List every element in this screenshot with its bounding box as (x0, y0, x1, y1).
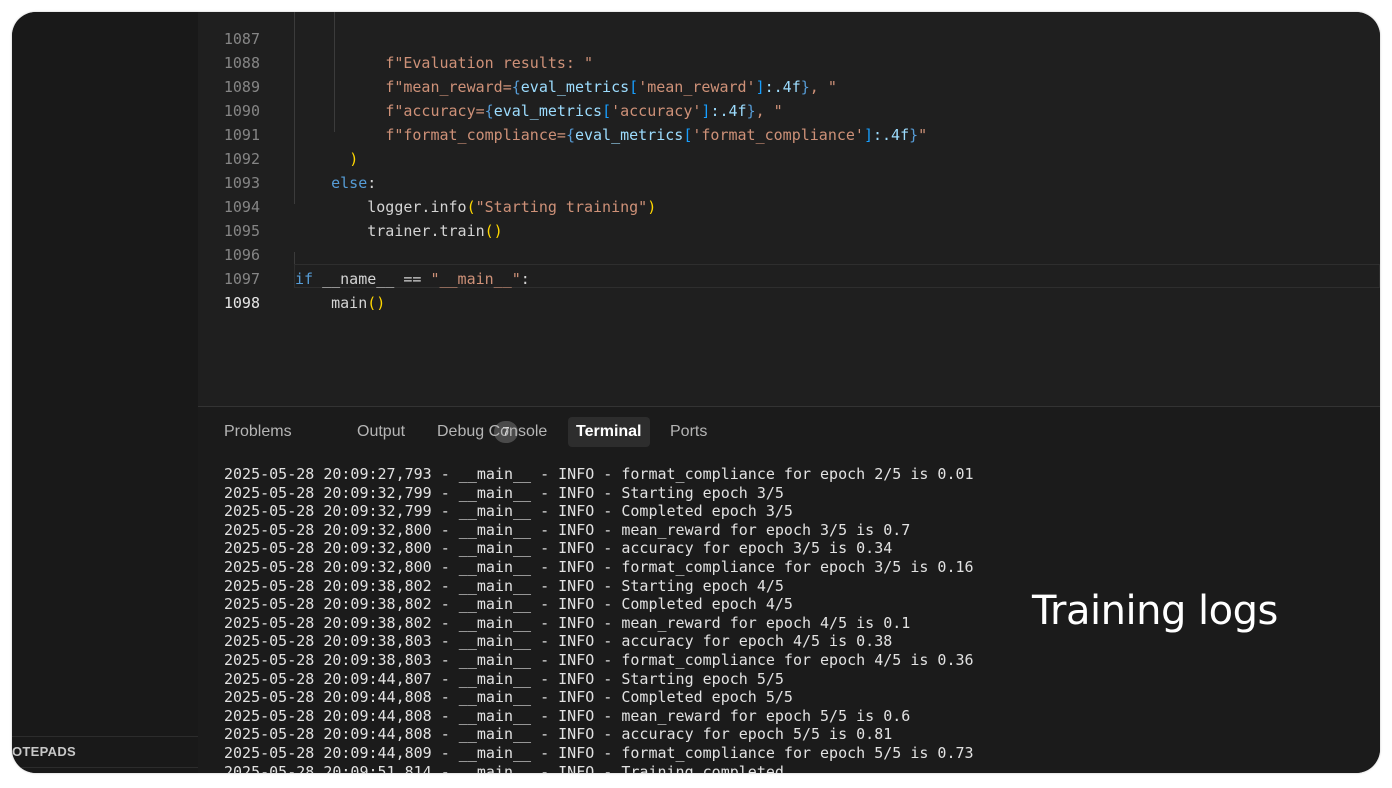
code-text: f"mean_reward={eval_metrics['mean_reward… (385, 78, 837, 96)
code-line: 1093 logger.info("Starting training") (198, 147, 656, 216)
sidebar-section-label: OTEPADS (12, 744, 76, 759)
code-text: logger.info("Starting training") (367, 198, 657, 216)
code-text: main() (331, 294, 386, 312)
terminal-line: 2025-05-28 20:09:51,814 - __main__ - INF… (224, 762, 784, 774)
terminal-line: 2025-05-28 20:09:32,800 - __main__ - INF… (224, 539, 893, 558)
code-line: 1088 f"mean_reward={eval_metrics['mean_r… (198, 27, 837, 96)
code-line: 1094 trainer.train() (198, 171, 503, 240)
code-line: 1096 if __name__ == "__main__": (198, 219, 530, 288)
code-line: 1097 main() (198, 243, 385, 312)
terminal-line: 2025-05-28 20:09:38,803 - __main__ - INF… (224, 650, 974, 669)
terminal-line: 2025-05-28 20:09:27,793 - __main__ - INF… (224, 465, 974, 483)
tab-problems[interactable]: Problems (216, 417, 300, 447)
code-text: f"Evaluation results: " (385, 54, 594, 72)
tab-terminal[interactable]: Terminal (568, 417, 650, 447)
code-line: 1092 else: (198, 123, 376, 192)
terminal-line: 2025-05-28 20:09:44,808 - __main__ - INF… (224, 706, 911, 725)
terminal-line: 2025-05-28 20:09:38,803 - __main__ - INF… (224, 632, 893, 651)
line-number-current: 1098 (223, 294, 260, 312)
code-text: else: (331, 174, 377, 192)
sidebar: OTEPADS (12, 12, 198, 773)
terminal-line: 2025-05-28 20:09:44,808 - __main__ - INF… (224, 688, 793, 707)
panel-tabs: Problems 7 Output Debug Console Terminal… (198, 407, 1380, 455)
terminal-line: 2025-05-28 20:09:32,799 - __main__ - INF… (224, 502, 793, 521)
code-editor[interactable]: 1087 f"Evaluation results: " 1088 f"mean… (198, 12, 1380, 406)
code-text: if __name__ == "__main__": (295, 270, 530, 288)
tab-output[interactable]: Output (349, 417, 413, 447)
terminal-line: 2025-05-28 20:09:44,807 - __main__ - INF… (224, 669, 784, 688)
code-line: 1095 (198, 195, 260, 240)
code-line: 1090 f"format_compliance={eval_metrics['… (198, 75, 927, 144)
terminal-line: 2025-05-28 20:09:32,800 - __main__ - INF… (224, 520, 911, 539)
terminal-line: 2025-05-28 20:09:32,800 - __main__ - INF… (224, 557, 974, 576)
code-line: 1089 f"accuracy={eval_metrics['accuracy'… (198, 51, 783, 120)
terminal-line: 2025-05-28 20:09:44,809 - __main__ - INF… (224, 743, 974, 762)
code-line: 1098 (198, 267, 260, 312)
code-line: 1087 f"Evaluation results: " (198, 12, 593, 72)
code-text: f"accuracy={eval_metrics['accuracy']:.4f… (385, 102, 783, 120)
tab-debug-console[interactable]: Debug Console (429, 417, 555, 447)
terminal-line: 2025-05-28 20:09:44,808 - __main__ - INF… (224, 725, 893, 744)
terminal-line: 2025-05-28 20:09:32,799 - __main__ - INF… (224, 483, 784, 502)
code-text: f"format_compliance={eval_metrics['forma… (385, 126, 928, 144)
screen-frame: OTEPADS 1087 f"Evaluation results: " 108… (12, 12, 1380, 773)
annotation-caption: Training logs (1032, 588, 1278, 634)
code-text: ) (349, 150, 359, 168)
code-text: trainer.train() (367, 222, 503, 240)
sidebar-section-notepads[interactable]: OTEPADS (12, 736, 198, 768)
code-line: 1091 ) (198, 99, 358, 168)
tab-ports[interactable]: Ports (662, 417, 715, 447)
